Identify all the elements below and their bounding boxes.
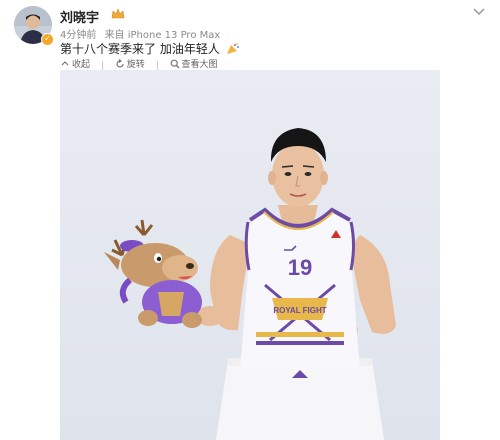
jersey-number: 19 [288,255,312,280]
verified-badge-icon: ✓ [41,33,54,46]
mascot-doll [104,219,202,328]
post-photo[interactable]: ROYAL FIGHT 19 [60,70,440,440]
post-meta: 4分钟前 来自 iPhone 13 Pro Max [60,26,225,41]
view-large-label: 查看大图 [181,60,218,70]
collapse-icon [61,60,69,65]
chevron-down-icon[interactable] [472,6,486,16]
magnify-icon [170,59,179,68]
collapse-button[interactable]: 收起 [60,57,90,70]
toolbar-divider [156,60,158,70]
view-large-button[interactable]: 查看大图 [170,57,218,70]
post-text-content: 第十八个赛季来了 加油年轻人 [60,42,220,56]
toolbar-divider [101,60,103,70]
collapse-label: 收起 [72,60,91,70]
rotate-label: 旋转 [126,60,145,70]
crown-icon [111,8,125,19]
post-header: ✓ 刘晓宇 4分钟前 来自 iPhone 13 Pro Max [14,6,486,46]
rotate-icon [116,58,124,68]
image-toolbar: 收起 旋转 查看大图 [60,57,227,70]
party-emoji-icon [226,43,239,54]
jersey-text: ROYAL FIGHT [273,306,326,315]
rotate-button[interactable]: 旋转 [115,57,145,70]
post-text: 第十八个赛季来了 加油年轻人 [60,40,240,57]
username[interactable]: 刘晓宇 [60,7,99,26]
